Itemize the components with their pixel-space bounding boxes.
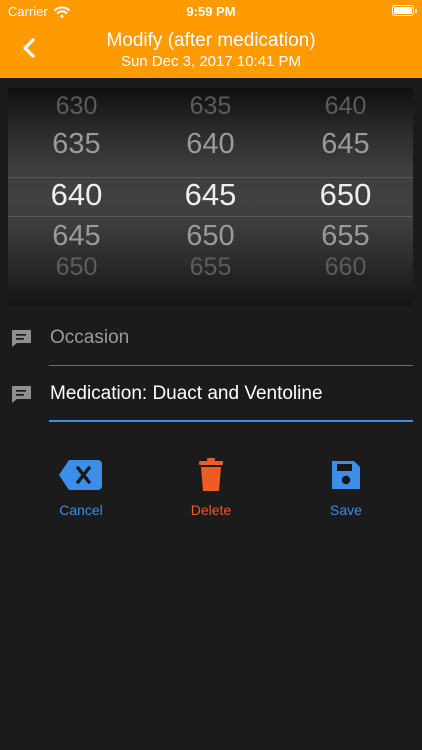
picker-selected-value: 640 (50, 177, 103, 212)
picker-value: 660 (324, 253, 367, 281)
save-button[interactable]: Save (296, 456, 396, 518)
picker-value: 650 (55, 253, 98, 281)
cancel-button[interactable]: Cancel (31, 456, 131, 518)
occasion-field[interactable]: Occasion (0, 318, 422, 366)
cancel-label: Cancel (59, 502, 103, 518)
picker-value: 640 (324, 92, 367, 120)
picker-value: 655 (189, 253, 232, 281)
picker-selected-value: 650 (319, 177, 372, 212)
picker-value: 635 (189, 92, 232, 120)
date-time-label: Sun Dec 3, 2017 10:41 PM (120, 53, 302, 70)
picker-value: 630 (55, 92, 98, 120)
picker-column[interactable]: 635 640 645 650 655 (143, 88, 278, 306)
picker-value: 645 (52, 220, 101, 252)
battery-icon (392, 5, 417, 16)
navigation-bar: Carrier 9:59 PM Modify (after medication… (0, 0, 422, 78)
value-picker[interactable]: 630 635 640 645 650 635 640 645 650 655 640 645 650 6… (8, 88, 413, 306)
picker-value: 650 (186, 220, 235, 252)
picker-value: 635 (52, 128, 101, 160)
note-underline (49, 420, 413, 422)
save-icon (332, 461, 360, 489)
status-bar: Carrier 9:59 PM (0, 0, 422, 22)
status-time: 9:59 PM (186, 4, 236, 19)
note-text: Medication: Duact and Ventoline (50, 383, 323, 404)
trash-icon (199, 458, 223, 491)
picker-value: 640 (186, 128, 235, 160)
occasion-placeholder: Occasion (50, 327, 130, 348)
delete-button[interactable]: Delete (161, 456, 261, 518)
action-bar: Cancel Delete Save (0, 456, 422, 526)
picker-column[interactable]: 640 645 650 655 660 (278, 88, 413, 306)
picker-selected-value: 645 (184, 177, 237, 212)
save-label: Save (330, 502, 362, 518)
comment-icon (10, 329, 32, 349)
comment-icon (10, 385, 32, 405)
title-text: Modify (after medication) (106, 30, 316, 51)
picker-value: 655 (321, 220, 370, 252)
picker-column[interactable]: 630 635 640 645 650 (9, 88, 144, 306)
occasion-underline (49, 365, 413, 366)
backspace-icon (59, 460, 102, 490)
picker-value: 645 (321, 128, 370, 160)
note-field[interactable]: Medication: Duact and Ventoline (0, 374, 422, 422)
delete-label: Delete (190, 502, 232, 518)
page-title: Modify (after medication) Sun Dec 3, 201… (0, 30, 422, 71)
